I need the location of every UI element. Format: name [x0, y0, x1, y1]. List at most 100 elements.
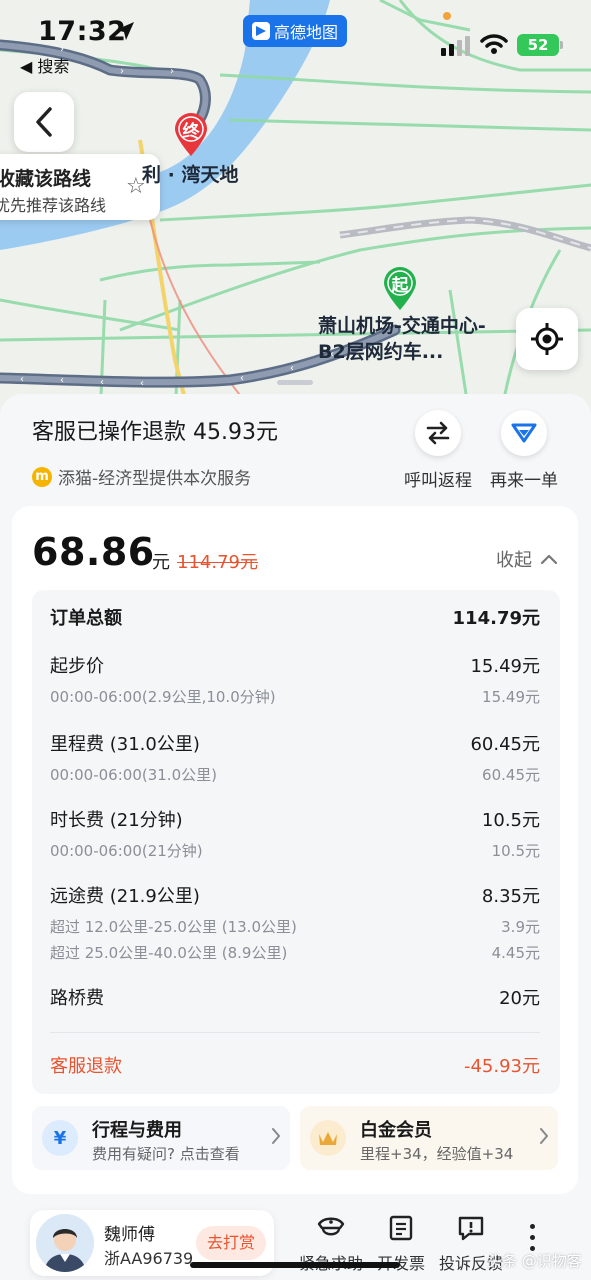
crown-icon	[310, 1120, 346, 1156]
fare-subrow-label: 00:00-06:00(2.9公里,10.0分钟)	[50, 688, 276, 706]
reorder-label: 再来一单	[490, 471, 558, 491]
fare-row-value: 15.49元	[470, 656, 540, 677]
fare-row-label: 路桥费	[50, 988, 104, 1009]
fare-row-label: 远途费 (21.9公里)	[50, 886, 200, 907]
battery-indicator: 52	[517, 34, 559, 56]
provider-text: 添猫-经济型提供本次服务	[58, 469, 252, 489]
fare-subrow-value: 4.45元	[491, 944, 540, 962]
chevron-left-icon	[36, 107, 52, 137]
fare-row-value: 8.35元	[481, 886, 540, 907]
trip-fee-title: 行程与费用	[92, 1120, 182, 1141]
fare-row-label: 客服退款	[50, 1056, 122, 1077]
locate-button[interactable]	[516, 308, 578, 370]
fare-subrow-label: 00:00-06:00(31.0公里)	[50, 766, 217, 784]
fare-row-value: 60.45元	[470, 734, 540, 755]
app-badge[interactable]: 高德地图	[243, 15, 347, 47]
app-badge-label: 高德地图	[273, 23, 338, 42]
feedback-icon	[458, 1216, 484, 1241]
fare-row-total: 订单总额 114.79元	[50, 604, 540, 630]
driver-avatar	[36, 1214, 94, 1272]
fare-row-value: -45.93元	[463, 1056, 540, 1077]
fare-subrow: 00:00-06:00(2.9公里,10.0分钟) 15.49元	[50, 686, 540, 707]
wifi-icon	[480, 34, 508, 54]
start-pin-icon[interactable]: 起	[382, 266, 418, 310]
police-hat-icon	[317, 1217, 345, 1236]
svg-text:‹: ‹	[240, 373, 244, 384]
fare-subrow-value: 15.49元	[482, 688, 540, 706]
fare-row-base: 起步价 15.49元	[50, 652, 540, 678]
fare-row-value: 10.5元	[481, 810, 540, 831]
bottom-toolbar: 魏师傅 浙AA96739 去打赏 紧急求助 开发票 投诉反馈 头条 @识物客	[0, 1198, 591, 1280]
destination-label: 利 · 湾天地	[142, 164, 239, 186]
favorite-route-subtitle: 优先推荐该路线	[0, 196, 107, 215]
fare-breakdown: 订单总额 114.79元 起步价 15.49元 00:00-06:00(2.9公…	[32, 590, 560, 1094]
order-detail-sheet: 客服已操作退款 45.93元 m 添猫-经济型提供本次服务 呼叫返程 再来一单 …	[0, 394, 591, 1280]
trip-fee-entry[interactable]: ¥ 行程与费用 费用有疑问? 点击查看	[32, 1106, 290, 1170]
fare-subrow-value: 3.9元	[501, 918, 540, 936]
fare-row-value: 20元	[499, 988, 540, 1009]
svg-text:‹: ‹	[60, 375, 64, 386]
breakdown-divider	[50, 1032, 540, 1033]
location-arrow-icon	[116, 22, 134, 40]
trip-fee-subtitle: 费用有疑问? 点击查看	[92, 1145, 240, 1163]
battery-tip	[560, 41, 563, 49]
call-return-label: 呼叫返程	[404, 471, 472, 491]
yuan-icon: ¥	[42, 1120, 78, 1156]
status-bar: 17:32 ◀ 搜索 高德地图 52	[0, 0, 591, 76]
collapse-toggle[interactable]: 收起	[496, 546, 558, 572]
fare-row-refund: 客服退款 -45.93元	[50, 1052, 540, 1078]
fare-subrow-label: 超过 12.0公里-25.0公里 (13.0公里)	[50, 918, 297, 936]
fare-subrow-value: 60.45元	[482, 766, 540, 784]
refund-status-text: 客服已操作退款 45.93元	[32, 420, 278, 445]
fare-subrow-value: 10.5元	[491, 842, 540, 860]
fare-row-label: 里程费 (31.0公里)	[50, 734, 200, 755]
map-view[interactable]: ‹ ‹ ‹ ‹ ‹ ‹ ‹ › › › 17:32 ◀ 搜索 高德地图 52 收…	[0, 0, 591, 420]
fare-subrow: 超过 25.0公里-40.0公里 (8.9公里) 4.45元	[50, 942, 540, 963]
watermark: 头条 @识物客	[487, 1252, 582, 1270]
invoice-icon	[389, 1215, 413, 1241]
start-pin-label: 起	[391, 276, 409, 296]
sheet-drag-handle[interactable]	[277, 380, 313, 385]
reorder-icon	[511, 423, 537, 443]
svg-text:‹: ‹	[140, 378, 144, 389]
chevron-up-icon	[540, 554, 558, 565]
license-plate: 浙AA96739	[104, 1249, 194, 1268]
fare-subrow: 超过 12.0公里-25.0公里 (13.0公里) 3.9元	[50, 916, 540, 937]
back-to-app-link[interactable]: ◀ 搜索	[20, 53, 69, 77]
swap-arrows-icon	[426, 421, 450, 445]
chevron-right-icon	[540, 1128, 548, 1144]
driver-name: 魏师傅	[104, 1225, 155, 1245]
tip-button[interactable]: 去打赏	[196, 1226, 266, 1260]
fare-card: 68.86 元 114.79元 收起 订单总额 114.79元 起步价 15.4…	[12, 506, 578, 1194]
price-unit: 元	[152, 552, 170, 573]
favorite-route-title: 收藏该路线	[0, 168, 92, 190]
svg-text:‹: ‹	[20, 374, 24, 385]
fare-subrow-label: 超过 25.0公里-40.0公里 (8.9公里)	[50, 944, 288, 962]
amap-logo-icon	[251, 22, 270, 40]
svg-text:›: ›	[120, 66, 124, 77]
fare-subrow-label: 00:00-06:00(21分钟)	[50, 842, 203, 860]
crosshair-icon	[531, 323, 563, 355]
svg-text:‹: ‹	[290, 363, 294, 374]
fare-row-duration: 时长费 (21分钟) 10.5元	[50, 806, 540, 832]
end-pin-icon[interactable]: 终	[173, 112, 209, 156]
vip-member-title: 白金会员	[360, 1120, 432, 1141]
origin-label: 萧山机场-交通中心-B2层网约车...	[318, 315, 486, 363]
fare-row-long-distance: 远途费 (21.9公里) 8.35元	[50, 882, 540, 908]
collapse-label: 收起	[496, 550, 532, 571]
original-price: 114.79元	[177, 552, 258, 573]
favorite-route-card[interactable]: 收藏该路线 优先推荐该路线 ☆	[0, 154, 160, 220]
call-return-button[interactable]: 呼叫返程	[398, 410, 478, 491]
fare-row-label: 起步价	[50, 656, 104, 677]
fare-row-label: 订单总额	[50, 608, 122, 629]
vip-member-entry[interactable]: 白金会员 里程+34，经验值+34	[300, 1106, 558, 1170]
svg-text:‹: ‹	[100, 377, 104, 388]
reorder-button[interactable]: 再来一单	[484, 410, 564, 491]
back-button[interactable]	[14, 92, 74, 152]
fare-row-toll: 路桥费 20元	[50, 984, 540, 1010]
paid-price: 68.86	[32, 530, 155, 574]
fare-row-distance: 里程费 (31.0公里) 60.45元	[50, 730, 540, 756]
fare-subrow: 00:00-06:00(31.0公里) 60.45元	[50, 764, 540, 785]
vip-member-subtitle: 里程+34，经验值+34	[360, 1145, 514, 1163]
home-indicator[interactable]	[190, 1262, 400, 1268]
